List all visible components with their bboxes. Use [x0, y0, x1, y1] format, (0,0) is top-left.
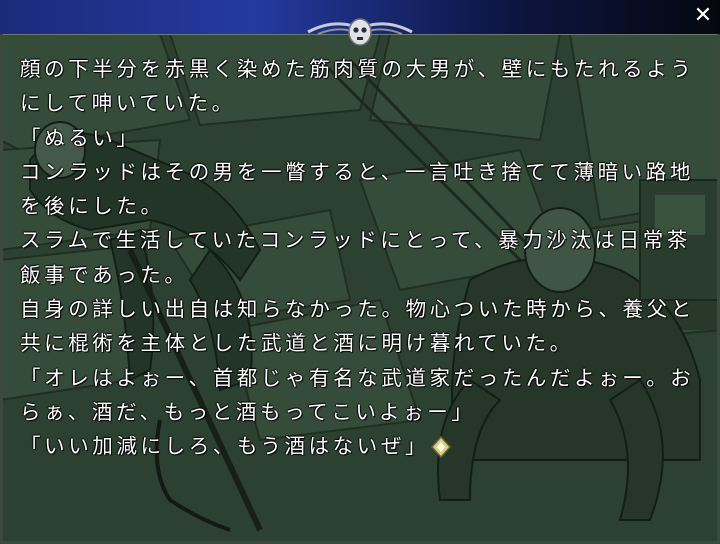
game-window: ✕ 顔の下半分を赤黒く染めた筋肉質の大男が、壁にもたれるよう にして呻いていた。…	[0, 0, 720, 544]
dialogue-line: コンラッドはその男を一瞥すると、一言吐き捨てて薄暗い路地	[20, 159, 694, 184]
dialogue-line: 飯事であった。	[20, 262, 189, 287]
skull-ornament-icon	[307, 18, 413, 46]
text-advance-cursor-icon[interactable]	[431, 436, 452, 459]
dialogue-line: 「ぬるい」	[20, 125, 141, 150]
dialogue-line: にして呻いていた。	[20, 91, 236, 116]
dialogue-text-box[interactable]: 顔の下半分を赤黒く染めた筋肉質の大男が、壁にもたれるよう にして呻いていた。 「…	[20, 52, 700, 464]
dialogue-line: 共に棍術を主体とした武道と酒に明け暮れていた。	[20, 331, 574, 356]
dialogue-line: スラムで生活していたコンラッドにとって、暴力沙汰は日常茶	[20, 228, 691, 253]
dialogue-line: 「オレはよぉー、首都じゃ有名な武道家だったんだよぉー。お	[20, 365, 695, 390]
dialogue-line: を後にした。	[20, 194, 165, 219]
dialogue-line-text: 「いい加減にしろ、もう酒はないぜ」	[20, 434, 430, 459]
dialogue-line: 顔の下半分を赤黒く染めた筋肉質の大男が、壁にもたれるよう	[20, 57, 695, 81]
window-border-left	[0, 34, 3, 544]
dialogue-line-last: 「いい加減にしろ、もう酒はないぜ」	[20, 429, 700, 463]
close-icon: ✕	[693, 3, 713, 28]
dialogue-line: らぁ、酒だ、もっと酒もってこいよぉー」	[20, 399, 476, 424]
close-button[interactable]: ✕	[690, 3, 716, 29]
dialogue-line: 自身の詳しい出自は知らなかった。物心ついた時から、養父と	[20, 297, 695, 322]
